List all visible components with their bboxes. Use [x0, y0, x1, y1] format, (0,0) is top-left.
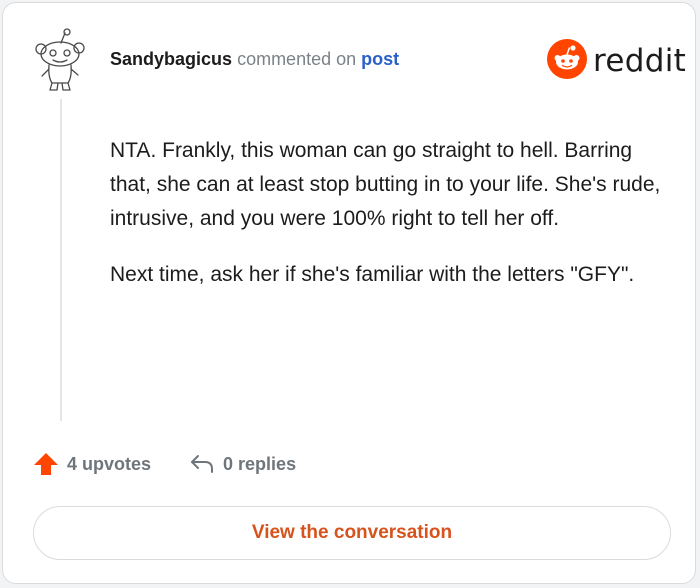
comment-body: NTA. Frankly, this woman can go straight… [110, 134, 670, 314]
replies-count: 0 replies [223, 453, 297, 474]
replies-button[interactable]: 0 replies [189, 452, 296, 476]
reddit-alien-icon [547, 38, 587, 84]
upvote-arrow-icon [33, 451, 59, 477]
comment-action-text: commented on [237, 49, 357, 69]
comment-paragraph: NTA. Frankly, this woman can go straight… [110, 139, 661, 230]
upvotes-count: 4 upvotes [67, 453, 152, 474]
comment-header: Sandybagicus commented on post [110, 49, 399, 70]
post-link[interactable]: post [361, 49, 399, 69]
comment-paragraph: Next time, ask her if she's familiar wit… [110, 263, 635, 286]
view-conversation-button[interactable]: View the conversation [33, 506, 671, 560]
reddit-wordmark: reddit [593, 43, 687, 79]
comment-card: Sandybagicus commented on post reddit NT… [2, 2, 696, 584]
upvote-button[interactable]: 4 upvotes [33, 451, 151, 477]
reddit-brand[interactable]: reddit [547, 38, 687, 84]
snoo-avatar-icon[interactable] [31, 27, 91, 93]
thread-line [60, 99, 62, 421]
author-username[interactable]: Sandybagicus [110, 49, 232, 69]
reply-arrow-icon [189, 452, 215, 476]
comment-actions: 4 upvotes 0 replies [33, 447, 296, 481]
